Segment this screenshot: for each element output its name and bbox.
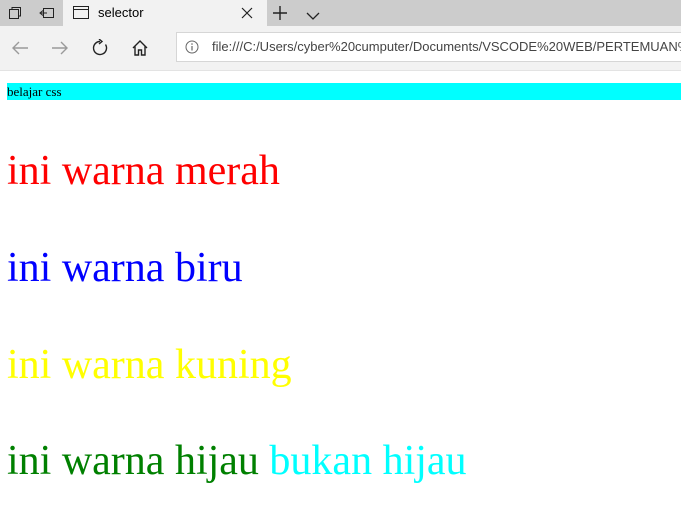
chevron-down-icon[interactable] bbox=[305, 8, 321, 26]
url-text[interactable]: file:///C:/Users/cyber%20cumputer/Docume… bbox=[212, 33, 681, 61]
home-icon[interactable] bbox=[128, 36, 152, 60]
blue-text: ini warna biru bbox=[7, 245, 243, 291]
tab-selector[interactable]: selector bbox=[63, 0, 267, 26]
tab-aside-icon[interactable] bbox=[0, 0, 30, 26]
cyan-text: bukan hijau bbox=[269, 438, 467, 484]
address-bar[interactable]: file:///C:/Users/cyber%20cumputer/Docume… bbox=[176, 32, 681, 62]
forward-arrow-icon[interactable] bbox=[48, 36, 72, 60]
close-icon[interactable] bbox=[241, 6, 253, 24]
green-text: ini warna hijau bbox=[7, 438, 259, 484]
yellow-text: ini warna kuning bbox=[7, 342, 292, 388]
plus-icon[interactable] bbox=[272, 5, 288, 26]
tab-restore-icon[interactable] bbox=[32, 0, 62, 26]
green-line: ini warna hijau bukan hijau bbox=[7, 437, 467, 485]
info-icon[interactable] bbox=[185, 40, 199, 59]
page-viewport: belajar css ini warna merah ini warna bi… bbox=[0, 71, 681, 531]
tab-bar: selector bbox=[0, 0, 681, 26]
banner-heading: belajar css bbox=[7, 83, 681, 100]
page-icon bbox=[73, 6, 89, 24]
tab-title: selector bbox=[98, 5, 144, 20]
refresh-icon[interactable] bbox=[88, 36, 112, 60]
back-arrow-icon[interactable] bbox=[8, 36, 32, 60]
navigation-bar: file:///C:/Users/cyber%20cumputer/Docume… bbox=[0, 26, 681, 71]
red-text: ini warna merah bbox=[7, 148, 280, 194]
